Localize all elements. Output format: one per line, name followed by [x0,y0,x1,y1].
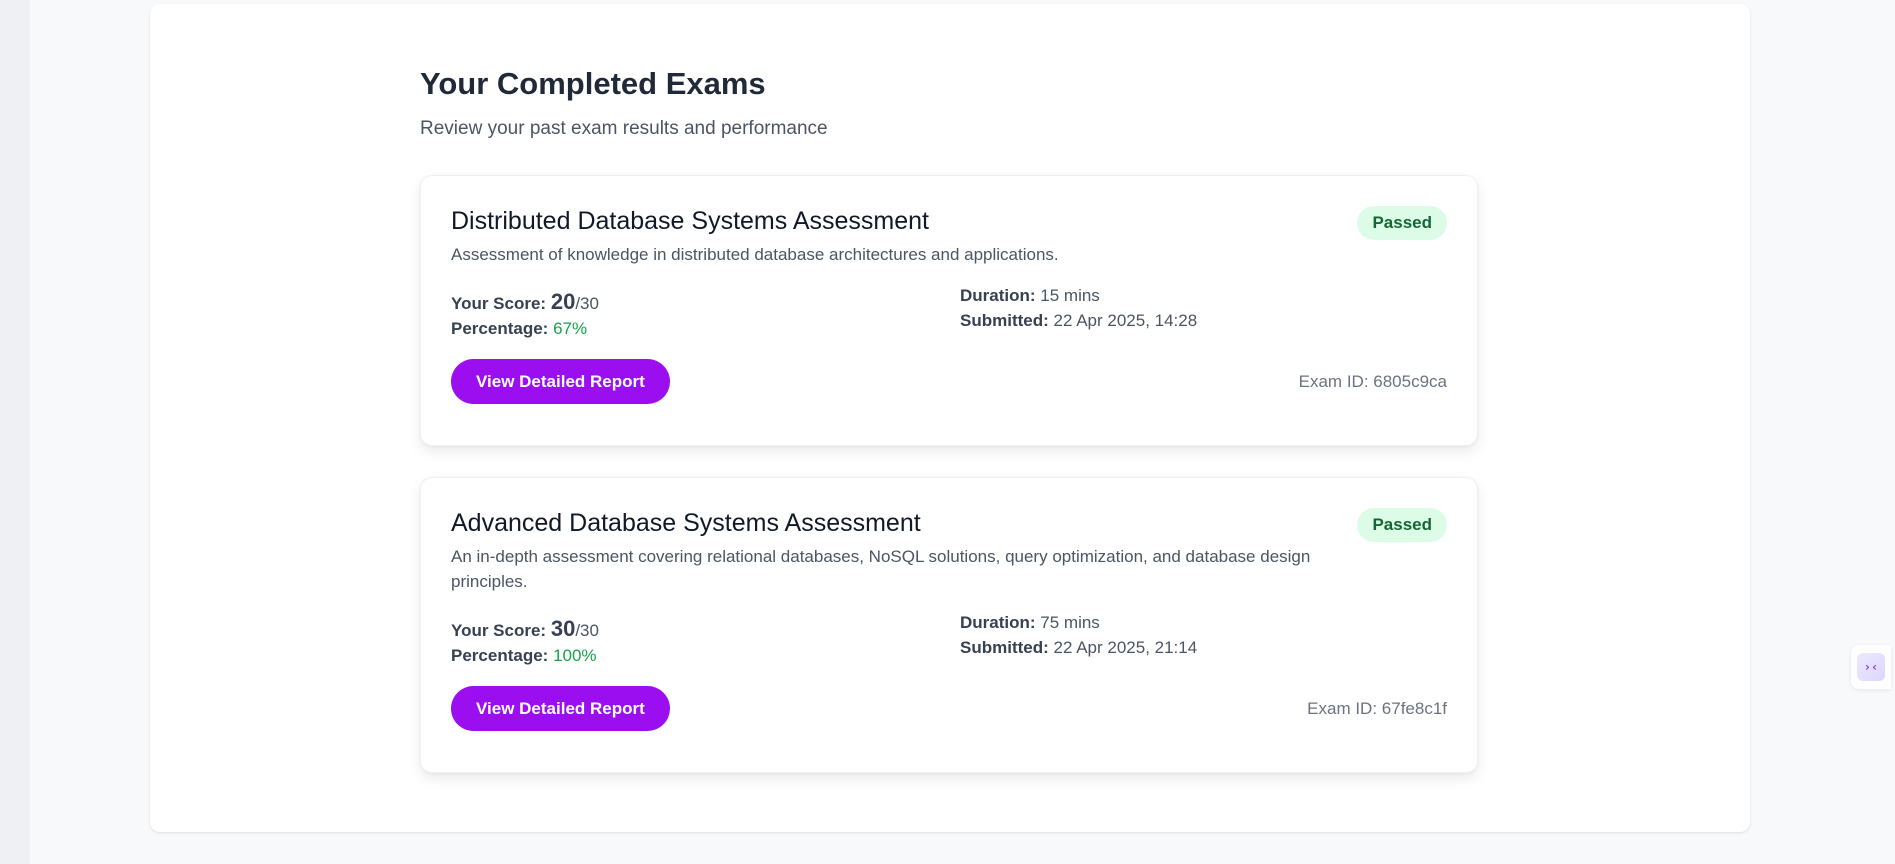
percentage-label: Percentage: [451,319,549,338]
main-panel: Your Completed Exams Review your past ex… [150,4,1750,832]
exam-title: Distributed Database Systems Assessment [451,207,929,235]
duration-label: Duration: [960,613,1036,632]
submitted-value: 22 Apr 2025, 21:14 [1053,638,1198,657]
exam-stats: Your Score: 30/30 Percentage: 100% Durat… [451,613,1447,668]
submitted-line: Submitted: 22 Apr 2025, 21:14 [960,635,1197,660]
left-gutter [0,0,30,864]
percentage-line: Percentage: 100% [451,643,960,668]
score-stats: Your Score: 20/30 Percentage: 67% [451,289,960,341]
view-detailed-report-button[interactable]: View Detailed Report [451,686,670,731]
status-badge: Passed [1357,508,1447,542]
exam-stats: Your Score: 20/30 Percentage: 67% Durati… [451,286,1447,341]
score-value: 30 [550,616,576,641]
percentage-value: 67% [553,319,588,338]
duration-value: 15 mins [1040,286,1100,305]
score-line: Your Score: 20/30 [451,289,960,316]
duration-label: Duration: [960,286,1036,305]
submitted-label: Submitted: [960,638,1049,657]
score-label: Your Score: [451,621,547,640]
exam-id: Exam ID: 6805c9ca [1298,371,1447,391]
score-value: 20 [550,289,576,314]
side-panel-toggle[interactable]: ›‹ [1851,645,1891,689]
submitted-value: 22 Apr 2025, 14:28 [1053,311,1198,330]
exam-card: Passed Advanced Database Systems Assessm… [420,477,1478,773]
score-stats: Your Score: 30/30 Percentage: 100% [451,616,960,668]
time-stats: Duration: 75 mins Submitted: 22 Apr 2025… [960,610,1197,668]
exam-card-footer: View Detailed Report Exam ID: 67fe8c1f [451,686,1447,731]
exam-card: Passed Distributed Database Systems Asse… [420,175,1478,446]
time-stats: Duration: 15 mins Submitted: 22 Apr 2025… [960,283,1197,341]
exam-description: Assessment of knowledge in distributed d… [451,245,1059,264]
page-subtitle: Review your past exam results and perfor… [420,118,828,139]
score-line: Your Score: 30/30 [451,616,960,643]
exam-description: An in-depth assessment covering relation… [451,547,1311,591]
duration-line: Duration: 75 mins [960,610,1197,635]
percentage-line: Percentage: 67% [451,316,960,341]
completed-exams-section: Your Completed Exams Review your past ex… [420,64,1480,773]
view-detailed-report-button[interactable]: View Detailed Report [451,359,670,404]
duration-value: 75 mins [1040,613,1100,632]
collapse-arrows-icon: ›‹ [1857,653,1885,681]
exam-id: Exam ID: 67fe8c1f [1307,698,1447,718]
page-title: Your Completed Exams [420,66,766,101]
percentage-label: Percentage: [451,646,549,665]
submitted-line: Submitted: 22 Apr 2025, 14:28 [960,308,1197,333]
exam-card-footer: View Detailed Report Exam ID: 6805c9ca [451,359,1447,404]
duration-line: Duration: 15 mins [960,283,1197,308]
score-total: /30 [575,294,599,313]
submitted-label: Submitted: [960,311,1049,330]
score-label: Your Score: [451,294,547,313]
exam-title: Advanced Database Systems Assessment [451,509,921,537]
score-total: /30 [575,621,599,640]
status-badge: Passed [1357,206,1447,240]
percentage-value: 100% [553,646,597,665]
